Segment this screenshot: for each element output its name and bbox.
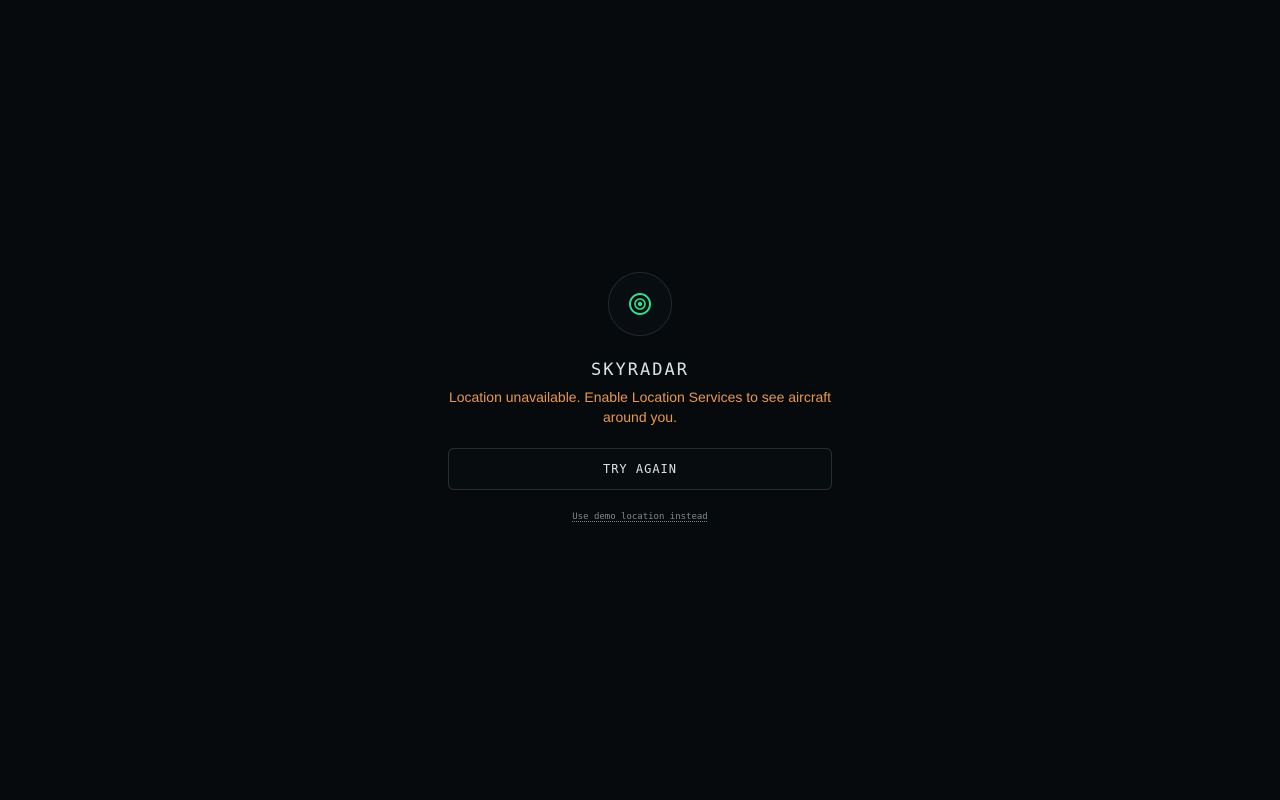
use-demo-location-link[interactable]: Use demo location instead [572, 512, 707, 522]
app-logo [608, 272, 672, 336]
app-title: SKYRADAR [591, 360, 689, 380]
try-again-button[interactable]: TRY AGAIN [448, 448, 832, 490]
error-message: Location unavailable. Enable Location Se… [448, 389, 832, 425]
error-panel: SKYRADAR Location unavailable. Enable Lo… [448, 272, 832, 522]
radar-target-icon [629, 293, 651, 315]
location-error-screen: SKYRADAR Location unavailable. Enable Lo… [0, 0, 1280, 800]
